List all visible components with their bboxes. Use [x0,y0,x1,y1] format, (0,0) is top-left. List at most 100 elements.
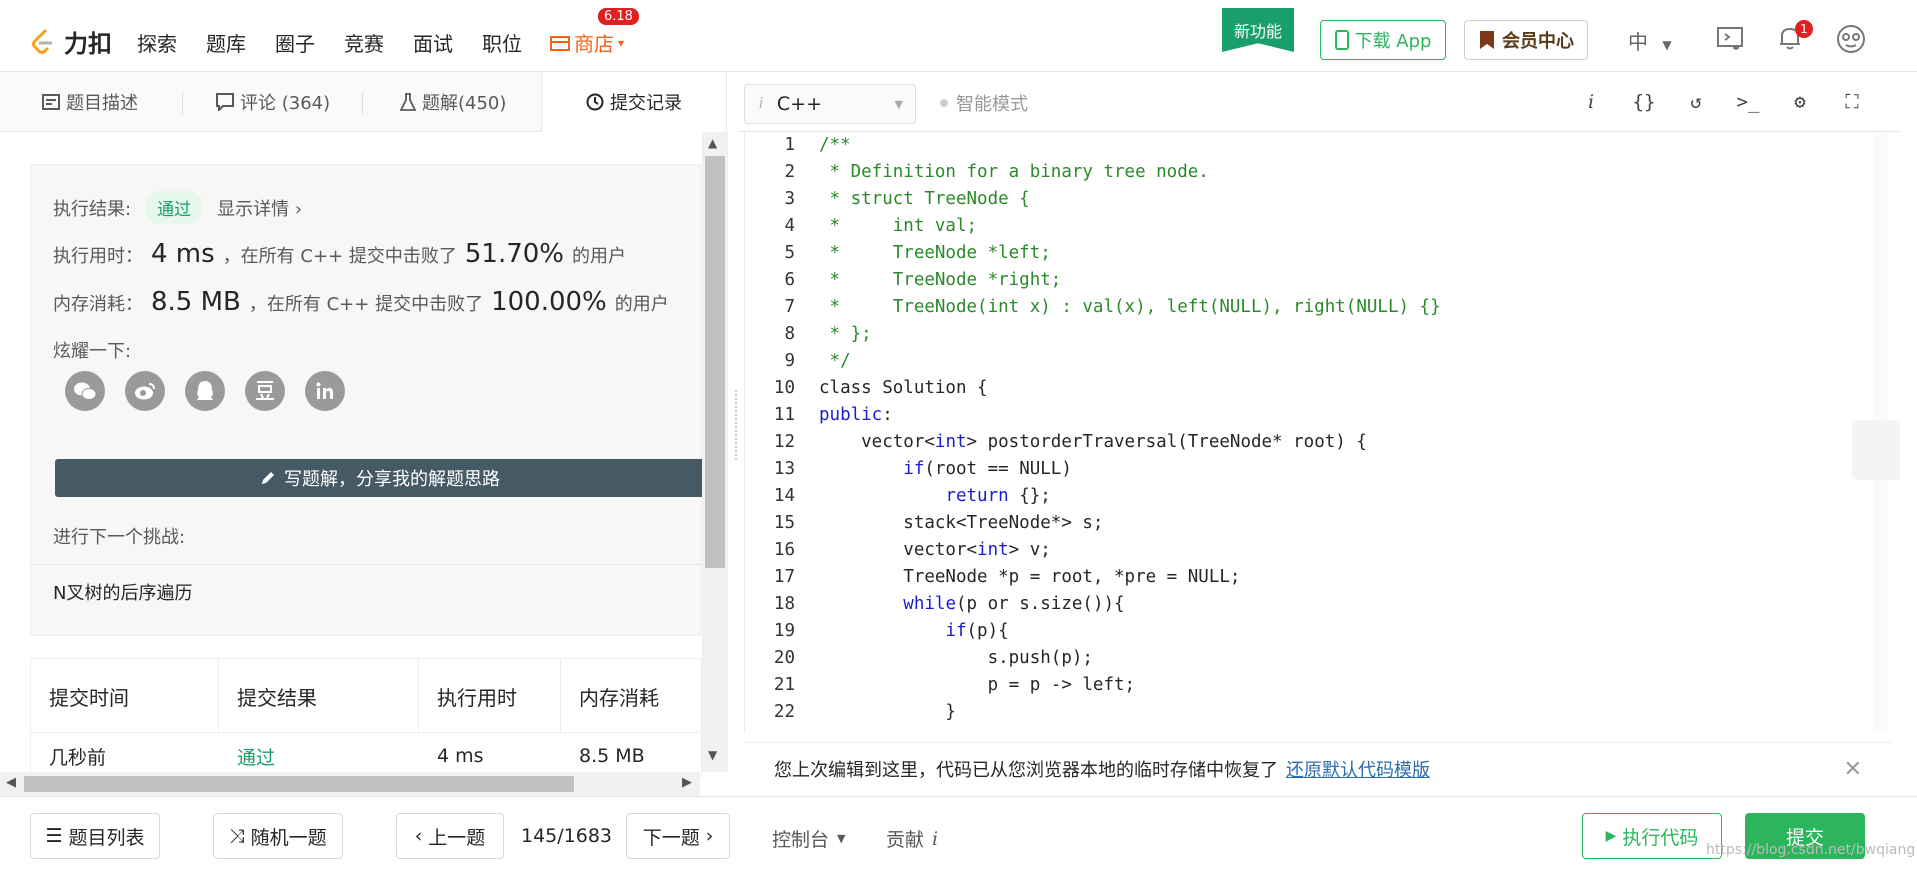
qq-icon[interactable] [185,371,225,411]
nav-circle[interactable]: 圈子 [275,28,315,57]
info-icon[interactable]: i [1577,88,1605,116]
nav-interview[interactable]: 面试 [413,28,453,57]
tab-submissions-label: 提交记录 [610,93,682,114]
random-problem-button[interactable]: ⤨ 随机一题 [213,813,343,859]
store-icon [550,35,570,51]
code-text: * int val; [819,216,978,236]
code-line: 1 /** [745,132,1888,159]
code-text: public: [819,405,893,425]
run-code-button[interactable]: ▶ 执行代码 [1582,813,1722,859]
language-select[interactable]: i C++ ▼ [744,84,916,124]
new-feature-ribbon[interactable]: 新功能 [1222,8,1294,52]
panel-resize-handle[interactable] [735,390,741,460]
problem-page-counter: 145/1683 [521,825,613,847]
nav-contest[interactable]: 竞赛 [344,28,384,57]
column-header-result: 提交结果 [219,659,419,733]
code-editor[interactable]: 1 /** 2 * Definition for a binary tree nod… [744,132,1888,732]
next-challenge-link[interactable]: N叉树的后序遍历 [53,579,192,605]
dot-icon [940,99,948,107]
code-text: while(p or s.size()){ [903,594,1125,614]
code-text: stack<TreeNode*> s; [819,513,1104,533]
code-text: /** [819,135,851,155]
left-panel-vertical-scrollbar[interactable]: ▲ ▼ [702,132,728,772]
line-number: 4 [784,216,795,236]
left-panel-horizontal-scrollbar[interactable]: ◀ ▶ [0,772,700,796]
code-line: 13 if(root == NULL) [745,456,1888,483]
logo-mark-icon [32,28,52,54]
nav-store[interactable]: 商店 ▾ [550,28,624,57]
exec-result-label: 执行结果: [53,198,132,220]
show-details-link[interactable]: 显示详情 › [217,195,302,221]
wechat-icon[interactable] [65,371,105,411]
tab-submissions[interactable]: 提交记录 [541,72,727,132]
close-icon[interactable]: ✕ [1844,757,1862,782]
code-line: 6 * TreeNode *right; [745,267,1888,294]
scroll-left-icon[interactable]: ◀ [6,775,16,790]
scrollbar-thumb[interactable] [24,776,574,792]
terminal-icon[interactable]: >_ [1734,88,1762,116]
scroll-right-icon[interactable]: ▶ [682,775,692,790]
line-number: 8 [784,324,795,344]
settings-icon[interactable]: ⚙ [1786,88,1814,116]
vip-center-button[interactable]: 会员中心 [1464,20,1588,60]
code-text: s.push(p); [819,648,1093,668]
next-challenge-label: 进行下一个挑战: [53,527,186,548]
scroll-down-icon[interactable]: ▼ [708,748,717,762]
line-number: 13 [773,459,795,479]
pencil-icon [262,472,274,484]
top-navigation: 力扣 探索 题库 圈子 竞赛 面试 职位 商店 ▾ 6.18 新功能 下载 Ap… [0,0,1917,72]
restore-default-link[interactable]: 还原默认代码模版 [1286,756,1430,782]
linkedin-icon[interactable] [305,371,345,411]
side-panel-tab[interactable] [1852,420,1900,480]
tab-solutions[interactable]: 题解(450) [400,72,506,132]
restore-message: 您上次编辑到这里，代码已从您浏览器本地的临时存储中恢复了 [774,759,1278,781]
shuffle-icon: ⤨ [229,825,245,847]
code-line: 17 TreeNode *p = root, *pre = NULL; [745,564,1888,591]
leetcode-logo[interactable]: 力扣 [28,24,112,59]
line-number: 18 [773,594,795,614]
memory-suffix: 的用户 [614,294,669,315]
store-badge: 6.18 [598,8,639,25]
smart-mode-toggle[interactable]: 智能模式 [940,90,1028,116]
language-label: 中 [1628,30,1648,54]
playground-icon[interactable] [1716,24,1744,52]
list-icon: ☰ [45,825,63,847]
play-icon: ▶ [1605,828,1617,844]
prev-problem-button[interactable]: ‹ 上一题 [396,813,504,859]
code-line: 4 * int val; [745,213,1888,240]
memory-value: 8.5 MB [151,287,241,317]
fullscreen-icon[interactable]: ⛶ [1838,88,1866,116]
line-number: 12 [773,432,795,452]
format-braces-icon[interactable]: {} [1630,88,1658,116]
nav-explore[interactable]: 探索 [137,28,177,57]
console-toggle[interactable]: 控制台 ▼ [772,825,845,852]
line-number: 16 [773,540,795,560]
download-app-button[interactable]: 下载 App [1320,20,1446,60]
problem-list-label: 题目列表 [68,826,145,849]
avatar[interactable] [1836,24,1866,54]
reset-icon[interactable]: ↺ [1682,88,1710,116]
chevron-left-icon: ‹ [414,825,423,847]
code-line: 18 while(p or s.size()){ [745,591,1888,618]
weibo-icon[interactable] [125,371,165,411]
nav-problems[interactable]: 题库 [206,28,246,57]
language-switch[interactable]: 中 ▼ [1628,26,1672,55]
tab-solutions-label: 题解(450) [422,93,507,114]
code-line: 19 if(p){ [745,618,1888,645]
code-text: class Solution { [819,378,988,398]
memory-text: ，在所有 C++ 提交中击败了 [248,294,484,315]
chevron-down-icon: ▼ [1662,38,1672,52]
scrollbar-thumb[interactable] [705,156,725,568]
douban-icon[interactable] [245,371,285,411]
contribute-button[interactable]: 贡献 i [886,825,938,852]
scroll-up-icon[interactable]: ▲ [708,136,717,150]
problem-list-button[interactable]: ☰ 题目列表 [30,813,160,859]
next-problem-button[interactable]: 下一题 › [626,813,730,859]
nav-jobs[interactable]: 职位 [482,28,522,57]
tab-comments[interactable]: 评论 (364) [216,72,330,132]
column-header-memory: 内存消耗 [561,659,701,733]
write-solution-label: 写题解，分享我的解题思路 [284,469,500,490]
tab-description[interactable]: 题目描述 [42,72,138,132]
write-solution-button[interactable]: 写题解，分享我的解题思路 [55,459,705,497]
line-number: 6 [784,270,795,290]
